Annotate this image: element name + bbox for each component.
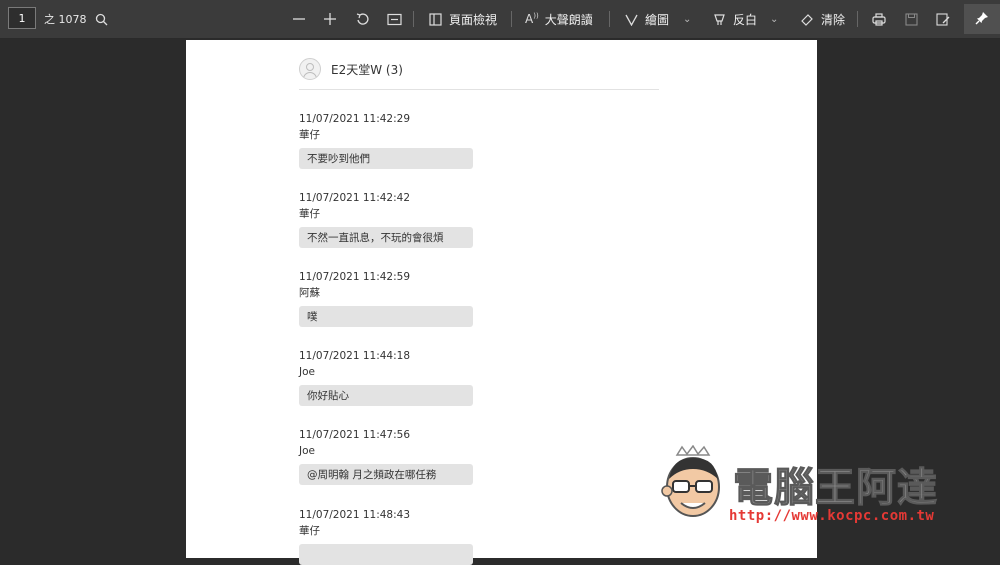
message-bubble [299,544,473,565]
message-sender: 華仔 [299,525,320,537]
toolbar-divider [511,11,512,27]
chat-header: E2天堂W (3) [299,58,403,80]
header-divider [299,89,659,90]
pin-icon [975,11,989,28]
draw-button[interactable]: 繪圖 [623,0,669,38]
read-aloud-button[interactable]: A)) 大聲朗讀 [525,0,593,38]
erase-button[interactable]: 清除 [799,0,845,38]
highlight-button[interactable]: 反白 [711,0,757,38]
zoom-in-button[interactable] [319,0,341,38]
message-sender: Joe [299,366,315,378]
watermark-brand: 電腦王阿達 [733,465,938,512]
save-as-icon [932,8,954,30]
page-total-label: 之 1078 [44,13,87,26]
mascot-icon [661,445,720,517]
message-time: 11/07/2021 11:42:42 [299,192,411,204]
erase-label: 清除 [821,12,846,27]
watermark-logo: 電腦王阿達 http://www.kocpc.com.tw [655,445,955,530]
fit-width-icon [383,8,405,30]
message-sender: 華仔 [299,208,320,220]
message-bubble: 你好貼心 [299,385,473,406]
message-sender: 阿蘇 [299,287,320,299]
search-button[interactable] [90,0,112,38]
page-view-label: 頁面檢視 [449,12,498,27]
search-icon [90,8,112,30]
eraser-icon [799,8,815,30]
read-aloud-label: 大聲朗讀 [544,12,593,27]
toolbar-divider [413,11,414,27]
rotate-icon [351,8,373,30]
chat-message: 11/07/2021 11:42:42 華仔 不然一直訊息，不玩的會很煩 [299,191,499,248]
draw-options-dropdown[interactable]: ⌄ [683,0,691,38]
avatar [299,58,321,80]
highlighter-icon [711,8,727,30]
message-time: 11/07/2021 11:47:56 [299,429,411,441]
print-button[interactable] [868,0,890,38]
zoom-out-button[interactable] [288,0,310,38]
chat-message: 11/07/2021 11:42:29 華仔 不要吵到他們 [299,112,499,169]
toolbar-divider [857,11,858,27]
chat-message: 11/07/2021 11:47:56 Joe @周明翰 月之頻政在哪任務 [299,428,499,485]
pdf-toolbar: 1 之 1078 頁面檢視 A)) 大聲朗讀 繪圖 ⌄ 反白 ⌄ 清除 [0,0,1000,39]
rotate-button[interactable] [351,0,373,38]
save-icon [900,8,922,30]
save-button[interactable] [900,0,922,38]
chat-title: E2天堂W (3) [331,62,403,77]
toolbar-divider [609,11,610,27]
message-time: 11/07/2021 11:42:59 [299,271,411,283]
chevron-down-icon: ⌄ [683,13,692,25]
chat-message: 11/07/2021 11:48:43 華仔 [299,508,499,565]
message-bubble: @周明翰 月之頻政在哪任務 [299,464,473,485]
fit-page-button[interactable] [383,0,405,38]
page-number-input[interactable]: 1 [8,7,36,29]
plus-icon [319,8,341,30]
draw-icon [623,8,639,30]
message-sender: 華仔 [299,129,320,141]
save-as-button[interactable] [932,0,954,38]
message-bubble: 噗 [299,306,473,327]
message-time: 11/07/2021 11:48:43 [299,509,411,521]
message-time: 11/07/2021 11:44:18 [299,350,411,362]
message-sender: Joe [299,445,315,457]
chat-message: 11/07/2021 11:44:18 Joe 你好貼心 [299,349,499,406]
chevron-down-icon: ⌄ [770,13,779,25]
watermark-url: http://www.kocpc.com.tw [729,508,935,524]
print-icon [868,8,890,30]
read-aloud-icon: A)) [525,12,539,26]
chat-message: 11/07/2021 11:42:59 阿蘇 噗 [299,270,499,327]
pin-toolbar-button[interactable] [964,4,1000,34]
message-bubble: 不然一直訊息，不玩的會很煩 [299,227,473,248]
page-view-button[interactable]: 頁面檢視 [427,0,497,38]
message-time: 11/07/2021 11:42:29 [299,113,411,125]
draw-label: 繪圖 [645,12,670,27]
highlight-options-dropdown[interactable]: ⌄ [770,0,778,38]
message-bubble: 不要吵到他們 [299,148,473,169]
minus-icon [288,8,310,30]
highlight-label: 反白 [733,12,758,27]
page-view-icon [427,8,443,30]
